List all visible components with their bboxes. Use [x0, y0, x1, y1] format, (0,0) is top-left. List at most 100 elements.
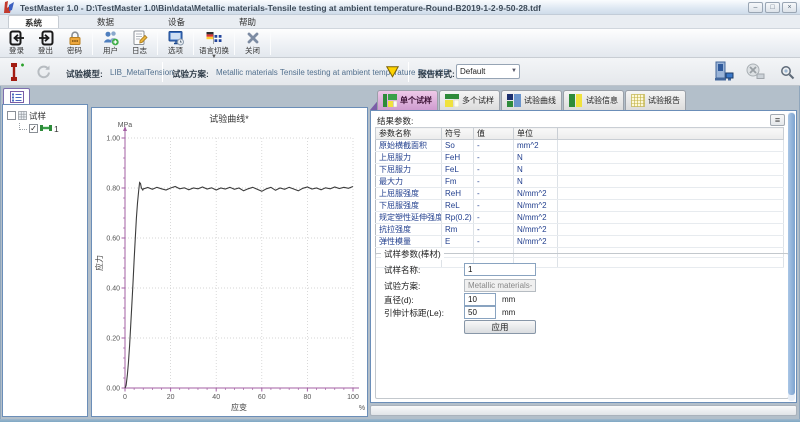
tab-5-试验报告[interactable]: 试验报告 — [625, 90, 686, 110]
svg-text:1.00: 1.00 — [106, 136, 120, 143]
svg-text:0.20: 0.20 — [106, 336, 120, 343]
table-cell: 规定塑性延伸强度 — [376, 212, 442, 224]
svg-text:0.80: 0.80 — [106, 186, 120, 193]
tab-label: 单个试样 — [400, 95, 432, 106]
table-cell — [558, 188, 784, 200]
table-row[interactable]: 上屈服强度ReH-N/mm^2 — [376, 188, 784, 200]
tab-label: 试验报告 — [648, 95, 680, 106]
field-input-4[interactable] — [464, 306, 496, 319]
svg-text:20: 20 — [167, 394, 175, 401]
unit-label: mm — [502, 295, 515, 304]
close-app-button[interactable]: 关闭 — [238, 29, 267, 57]
table-row[interactable]: 下屈服强度ReL-N/mm^2 — [376, 200, 784, 212]
logout-icon — [38, 30, 54, 46]
checkbox-checked[interactable]: ✓ — [29, 124, 38, 133]
table-row[interactable]: 原始横截面积So-mm^2 — [376, 140, 784, 152]
svg-text:%: % — [359, 405, 365, 412]
form-row: 引伸计标距(Le):mm — [384, 306, 515, 319]
table-row[interactable]: 上屈服力FeH-N — [376, 152, 784, 164]
specimen-tree-panel: 试样✓1 — [2, 104, 88, 417]
svg-text:80: 80 — [304, 394, 312, 401]
vertical-scrollbar[interactable] — [788, 112, 795, 401]
menu-tab-3[interactable]: 设备 — [152, 15, 201, 28]
logout-button[interactable]: 登出 — [31, 29, 60, 57]
password-button[interactable]: 密码 — [60, 29, 89, 57]
form-row: 试样名称: — [384, 263, 536, 276]
column-header: 参数名称 — [376, 128, 442, 140]
single-specimen-icon — [383, 94, 397, 107]
ribbon-button-label: 登录 — [9, 46, 24, 55]
field-input-1[interactable] — [464, 263, 536, 276]
checkbox-unchecked[interactable] — [7, 111, 16, 120]
menu-icon[interactable]: ≡ — [770, 114, 785, 126]
menu-tab-4[interactable]: 帮助 — [223, 15, 272, 28]
report-style-select[interactable]: Default ▼ — [456, 64, 520, 79]
field-input-2 — [464, 279, 536, 292]
machine-icon[interactable] — [714, 61, 734, 82]
password-icon — [67, 30, 83, 46]
filter-funnel-icon[interactable] — [386, 66, 399, 78]
table-cell: N — [514, 164, 558, 176]
tab-3-试验曲线[interactable]: 试验曲线 — [501, 90, 562, 110]
options-button[interactable]: 选项 — [161, 29, 190, 57]
table-row[interactable]: 下屈服力FeL-N — [376, 164, 784, 176]
field-label: 试验方案: — [384, 280, 464, 292]
list-icon — [10, 91, 24, 103]
tab-1-单个试样[interactable]: 单个试样 — [377, 90, 438, 110]
table-row[interactable]: 最大力Fm-N — [376, 176, 784, 188]
language-button[interactable]: 语言切换▼ — [197, 29, 231, 57]
window-title: TestMaster 1.0 - D:\TestMaster 1.0\Bin\d… — [20, 3, 541, 13]
field-input-3[interactable] — [464, 293, 496, 306]
table-cell: FeL — [442, 164, 474, 176]
svg-text:0.60: 0.60 — [106, 236, 120, 243]
horizontal-scrollbar[interactable] — [370, 405, 797, 416]
svg-text:应变: 应变 — [231, 402, 247, 412]
toolbar-separator — [234, 31, 235, 55]
table-cell: - — [474, 140, 514, 152]
ribbon-button-label: 登出 — [38, 46, 53, 55]
model-label: 试验模型: — [66, 68, 103, 80]
tree-connector — [19, 123, 27, 130]
tree-item-试样[interactable]: 试样 — [3, 109, 87, 122]
search-settings-icon[interactable] — [780, 65, 795, 80]
tab-4-试验信息[interactable]: 试验信息 — [563, 90, 624, 110]
user-add-button[interactable]: 用户 — [96, 29, 125, 57]
apply-button[interactable]: 应用 — [464, 320, 536, 334]
table-cell — [558, 176, 784, 188]
login-button[interactable]: 登录 — [2, 29, 31, 57]
tree-item-label: 1 — [54, 124, 59, 134]
table-cell: N/mm^2 — [514, 224, 558, 236]
svg-text:40: 40 — [212, 394, 220, 401]
menu-tab-1[interactable]: 系统 — [8, 15, 59, 28]
tab-label: 试验曲线 — [524, 95, 556, 106]
table-row[interactable]: 弹性模量E-N/mm^2 — [376, 236, 784, 248]
new-specimen-icon[interactable] — [8, 62, 24, 82]
table-row[interactable]: 抗拉强度Rm-N/mm^2 — [376, 224, 784, 236]
tree-item-1[interactable]: ✓1 — [3, 122, 87, 135]
tab-2-多个试样[interactable]: 多个试样 — [439, 90, 500, 110]
minimize-button[interactable]: – — [748, 2, 763, 13]
close-app-icon — [245, 30, 261, 46]
ribbon-toolbar: 登录 登出密码用户日志选项 语言切换▼关闭 — [0, 29, 800, 58]
refresh-icon[interactable] — [36, 64, 51, 79]
column-header: 单位 — [514, 128, 558, 140]
menu-bar: 系统 数据 设备 帮助 — [0, 15, 800, 29]
specimen-form-title: 试样参数(棒材) — [381, 248, 444, 260]
table-cell: - — [474, 212, 514, 224]
scrollbar-thumb[interactable] — [788, 113, 795, 395]
app-logo-icon — [4, 1, 15, 13]
ribbon-button-label: 选项 — [168, 46, 183, 55]
svg-text:100: 100 — [347, 394, 359, 401]
menu-tab-2[interactable]: 数据 — [81, 15, 130, 28]
table-cell: 上屈服力 — [376, 152, 442, 164]
close-button[interactable]: × — [782, 2, 797, 13]
specimen-list-tab[interactable] — [3, 88, 30, 105]
svg-text:0.00: 0.00 — [106, 386, 120, 393]
column-header: 符号 — [442, 128, 474, 140]
specimen-small-icon — [40, 124, 52, 133]
table-row[interactable]: 规定塑性延伸强度Rp(0.2)-N/mm^2 — [376, 212, 784, 224]
log-icon — [132, 30, 148, 46]
log-button[interactable]: 日志 — [125, 29, 154, 57]
table-cell: Fm — [442, 176, 474, 188]
restore-button[interactable]: □ — [765, 2, 780, 13]
